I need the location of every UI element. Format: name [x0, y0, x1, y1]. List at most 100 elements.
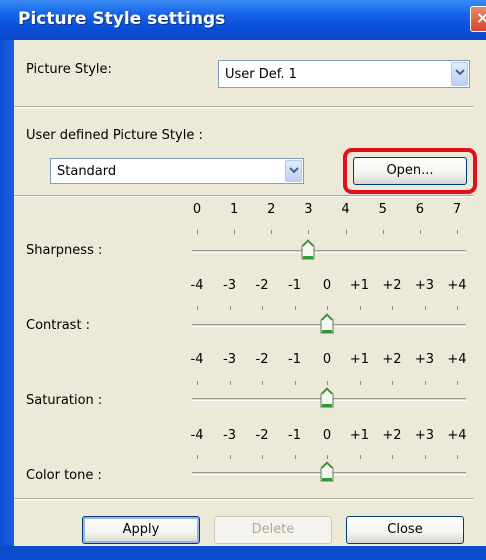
color-tone-tick-label: -2: [255, 428, 269, 443]
color-tone-tick-mark: [392, 455, 393, 459]
color-tone-tick-mark: [197, 455, 198, 459]
color-tone-tick-label: +1: [349, 428, 370, 443]
contrast-tick-mark: [392, 306, 393, 310]
sharpness-tick-mark: [419, 230, 421, 234]
contrast-tick-mark: [457, 306, 458, 310]
contrast-label: Contrast :: [26, 318, 91, 333]
saturation-tick-label: 0: [322, 352, 332, 367]
contrast-tick-label: +2: [382, 278, 402, 293]
user-defined-style-select[interactable]: Standard: [50, 158, 304, 184]
color-tone-tick-label: -3: [223, 428, 236, 443]
window-close-button[interactable]: ×: [470, 6, 486, 32]
sharpness-tick-label: 0: [192, 202, 202, 217]
section-divider: [14, 195, 474, 197]
sharpness-tick-label: 5: [378, 202, 387, 217]
saturation-tick-mark: [359, 381, 361, 385]
contrast-tick-mark: [424, 306, 426, 310]
color-tone-tick-label: -1: [288, 428, 301, 443]
saturation-tick-label: +2: [382, 352, 402, 367]
contrast-tick-mark: [197, 306, 198, 310]
saturation-tick-mark: [262, 381, 263, 385]
color-tone-tick-label: +4: [447, 428, 467, 443]
picture-style-label: Picture Style:: [26, 62, 112, 77]
sharpness-tick-mark: [382, 230, 384, 234]
contrast-tick-label: -1: [288, 278, 301, 293]
dialog-window: Picture Style settings × Picture Style: …: [0, 0, 486, 560]
close-icon: ×: [476, 8, 486, 27]
sharpness-tick-mark: [234, 230, 236, 234]
contrast-tick-mark: [229, 306, 231, 310]
contrast-tick-label: -2: [255, 278, 269, 293]
sharpness-label: Sharpness :: [26, 243, 103, 258]
apply-button[interactable]: Apply: [82, 516, 200, 544]
color-tone-tick-mark: [294, 455, 296, 459]
window-border-bottom: [0, 546, 486, 560]
sharpness-tick-mark: [197, 230, 198, 234]
color-tone-tick-mark: [359, 455, 361, 459]
color-tone-tick-mark: [229, 455, 231, 459]
saturation-tick-mark: [457, 381, 458, 385]
color-tone-tick-label: +2: [382, 428, 402, 443]
user-defined-style-label: User defined Picture Style :: [26, 128, 203, 143]
picture-style-value: User Def. 1: [225, 67, 297, 82]
chevron-down-icon[interactable]: [285, 160, 302, 182]
saturation-tick-label: -4: [190, 352, 204, 367]
color-tone-tick-mark: [327, 455, 328, 459]
contrast-tick-label: -3: [223, 278, 236, 293]
color-tone-tick-mark: [262, 455, 263, 459]
contrast-tick-label: 0: [322, 278, 332, 293]
saturation-tick-mark: [424, 381, 426, 385]
saturation-tick-mark: [327, 381, 328, 385]
window-border-left: [0, 40, 14, 560]
color-tone-tick-mark: [424, 455, 426, 459]
saturation-tick-label: +1: [349, 352, 370, 367]
sharpness-tick-label: 4: [341, 202, 350, 217]
saturation-label: Saturation :: [26, 393, 103, 408]
section-divider: [14, 106, 474, 108]
delete-button[interactable]: Delete: [214, 516, 332, 544]
saturation-tick-mark: [229, 381, 231, 385]
color-tone-label: Color tone :: [26, 468, 102, 483]
window-title: Picture Style settings: [18, 9, 226, 29]
sharpness-tick-label: 1: [230, 202, 239, 217]
saturation-tick-label: -3: [223, 352, 236, 367]
slider-thumb-icon[interactable]: [320, 461, 334, 483]
slider-thumb-icon[interactable]: [320, 387, 334, 409]
sharpness-tick-mark: [308, 230, 310, 234]
saturation-tick-label: -2: [255, 352, 269, 367]
sharpness-tick-label: 7: [452, 202, 462, 217]
saturation-tick-label: +4: [447, 352, 467, 367]
saturation-tick-mark: [392, 381, 393, 385]
color-tone-tick-label: 0: [322, 428, 332, 443]
sharpness-tick-label: 6: [415, 202, 424, 217]
sharpness-tick-label: 2: [267, 202, 276, 217]
contrast-tick-label: +1: [349, 278, 370, 293]
contrast-tick-mark: [262, 306, 263, 310]
sharpness-tick-label: 3: [304, 202, 313, 217]
sharpness-track[interactable]: [192, 250, 466, 253]
contrast-tick-mark: [359, 306, 361, 310]
saturation-tick-label: -1: [288, 352, 301, 367]
sharpness-tick-mark: [457, 230, 458, 234]
slider-thumb-icon[interactable]: [320, 313, 334, 335]
close-button[interactable]: Close: [346, 516, 464, 544]
color-tone-tick-label: -4: [190, 428, 204, 443]
picture-style-select[interactable]: User Def. 1: [218, 60, 470, 88]
user-defined-style-value: Standard: [57, 164, 117, 179]
slider-thumb-icon[interactable]: [301, 239, 315, 261]
sharpness-tick-mark: [345, 230, 347, 234]
contrast-tick-mark: [294, 306, 296, 310]
contrast-tick-mark: [327, 306, 328, 310]
saturation-tick-mark: [294, 381, 296, 385]
saturation-tick-label: +3: [414, 352, 435, 367]
sharpness-tick-mark: [271, 230, 273, 234]
contrast-tick-label: +3: [414, 278, 435, 293]
color-tone-tick-label: +3: [414, 428, 435, 443]
saturation-tick-mark: [197, 381, 198, 385]
section-divider: [14, 498, 474, 500]
open-button[interactable]: Open...: [353, 157, 467, 185]
contrast-tick-label: +4: [447, 278, 467, 293]
chevron-down-icon[interactable]: [451, 62, 468, 86]
title-bar[interactable]: Picture Style settings ×: [0, 0, 486, 40]
contrast-tick-label: -4: [190, 278, 204, 293]
